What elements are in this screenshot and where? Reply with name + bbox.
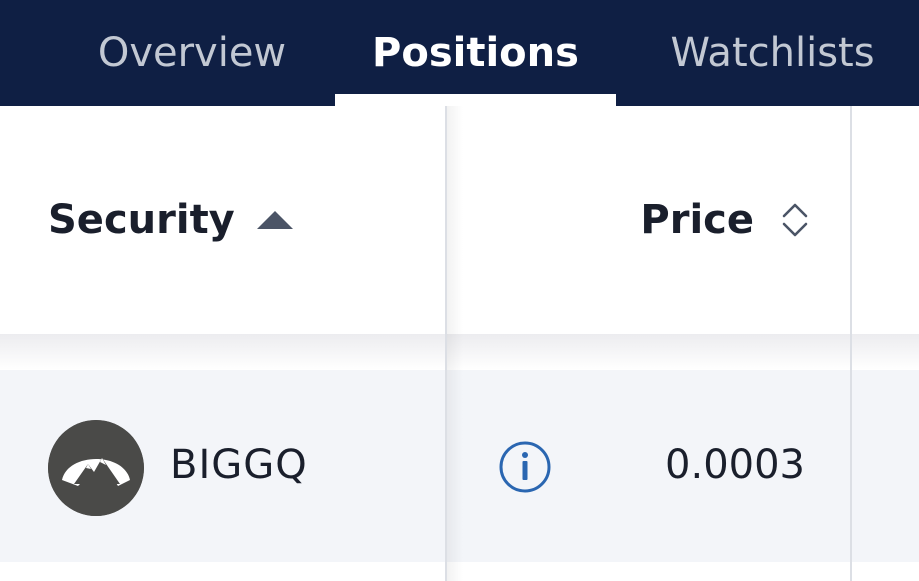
price-value: 0.0003 — [665, 442, 805, 488]
mountain-logo-icon — [48, 420, 144, 516]
column-divider — [445, 106, 447, 581]
positions-table: Security Price BIGGQ 0.0003 — [0, 106, 919, 581]
column-header-security-label: Security — [48, 197, 235, 243]
column-header-price[interactable]: Price — [600, 194, 810, 246]
active-tab-indicator — [335, 94, 616, 106]
info-icon[interactable] — [498, 440, 552, 494]
column-divider — [850, 106, 852, 581]
column-header-security[interactable]: Security — [48, 194, 293, 246]
sort-ascending-icon — [256, 211, 293, 229]
column-shadow — [447, 106, 463, 581]
tab-positions[interactable]: Positions — [335, 0, 616, 106]
tab-overview[interactable]: Overview — [62, 0, 322, 106]
tab-watchlists[interactable]: Watchlists — [640, 0, 905, 106]
top-navigation-bar: Overview Positions Watchlists — [0, 0, 919, 106]
sort-both-icon — [782, 203, 808, 237]
security-symbol[interactable]: BIGGQ — [170, 442, 308, 488]
column-header-price-label: Price — [640, 197, 754, 243]
